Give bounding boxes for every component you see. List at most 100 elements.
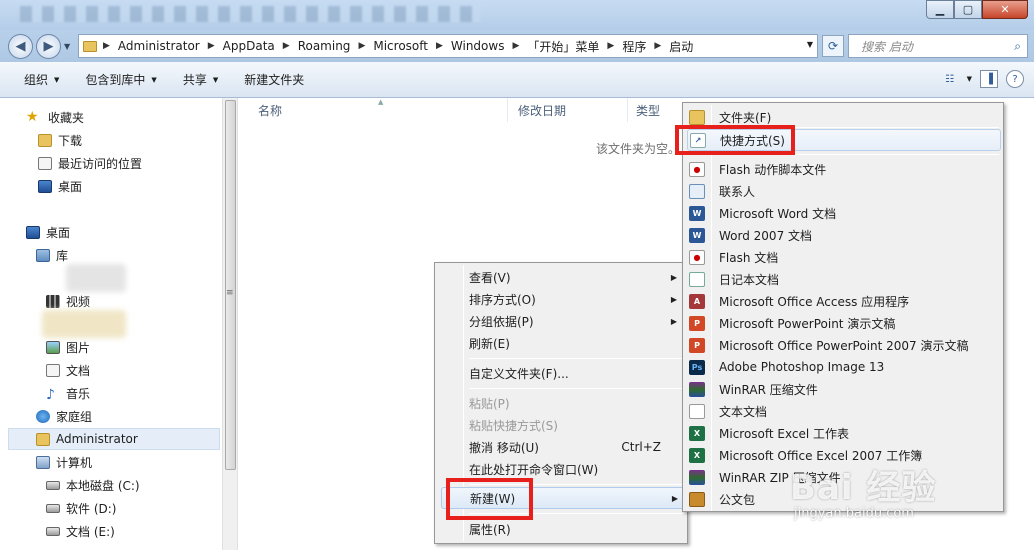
column-modified[interactable]: 修改日期 <box>508 98 628 122</box>
nav-desktop[interactable]: 桌面 <box>26 221 70 243</box>
nav-music[interactable]: ♪ 音乐 <box>46 382 90 404</box>
photoshop-icon: Ps <box>689 359 705 375</box>
new-text-item-label: 文本文档 <box>719 404 768 419</box>
new-briefcase-item[interactable]: 公文包 <box>687 488 1001 510</box>
menu-view[interactable]: 查看(V) ▶ <box>469 266 683 288</box>
nav-computer[interactable]: 计算机 <box>36 451 92 473</box>
nav-downloads[interactable]: 下载 <box>38 129 82 151</box>
new-ppt-item[interactable]: P Microsoft PowerPoint 演示文稿 <box>687 312 1001 334</box>
nav-documents[interactable]: 文档 <box>46 359 90 381</box>
help-icon[interactable]: ? <box>1006 70 1024 88</box>
documents-icon <box>46 363 60 377</box>
include-library-button[interactable]: 包含到库中 ▼ <box>85 71 156 88</box>
nav-drive-d[interactable]: 软件 (D:) <box>46 497 116 519</box>
new-briefcase-item-label: 公文包 <box>719 492 756 507</box>
new-flash-doc-item[interactable]: ● Flash 文档 <box>687 246 1001 268</box>
nav-desktop-favorite[interactable]: 桌面 <box>38 175 82 197</box>
maximize-button[interactable]: ▢ <box>954 0 982 19</box>
powerpoint-icon: P <box>689 337 705 353</box>
new-rar-item[interactable]: WinRAR 压缩文件 <box>687 378 1001 400</box>
menu-customize[interactable]: 自定义文件夹(F)... <box>469 362 683 384</box>
nav-recent[interactable]: 最近访问的位置 <box>38 152 142 174</box>
nav-drive-c[interactable]: 本地磁盘 (C:) <box>46 474 140 496</box>
breadcrumb-startup[interactable]: 启动 <box>669 38 693 55</box>
address-dropdown-icon[interactable]: ▼ <box>807 40 813 49</box>
nav-drive-e[interactable]: 文档 (E:) <box>46 520 115 542</box>
splitter-grip-icon[interactable]: ≡ <box>226 288 234 298</box>
video-icon <box>46 294 60 308</box>
nav-administrator[interactable]: Administrator <box>36 428 138 450</box>
menu-paste[interactable]: 粘贴(P) <box>469 392 683 414</box>
new-photoshop-item[interactable]: Ps Adobe Photoshop Image 13 <box>687 356 1001 378</box>
new-folder-button[interactable]: 新建文件夹 <box>244 71 304 88</box>
share-button[interactable]: 共享 ▼ <box>183 71 218 88</box>
breadcrumb-separator-icon[interactable]: ▶ <box>654 41 661 51</box>
nav-favorites[interactable]: ★ 收藏夹 <box>26 106 84 128</box>
menu-properties[interactable]: 属性(R) <box>469 518 683 540</box>
breadcrumb-roaming[interactable]: Roaming <box>298 39 351 53</box>
close-button[interactable]: ✕ <box>982 0 1028 19</box>
word-icon: W <box>689 227 705 243</box>
recent-pages-dropdown-icon[interactable]: ▼ <box>64 42 70 51</box>
nav-videos[interactable]: 视频 <box>46 290 90 312</box>
new-excel2007-item[interactable]: X Microsoft Office Excel 2007 工作簿 <box>687 444 1001 466</box>
new-zip-item[interactable]: WinRAR ZIP 压缩文件 <box>687 466 1001 488</box>
nav-pictures[interactable]: 图片 <box>46 336 90 358</box>
breadcrumb-administrator[interactable]: Administrator <box>118 39 200 53</box>
nav-homegroup[interactable]: 家庭组 <box>36 405 92 427</box>
organize-button[interactable]: 组织 ▼ <box>24 71 59 88</box>
breadcrumb-appdata[interactable]: AppData <box>223 39 275 53</box>
back-button[interactable]: ◀ <box>8 34 33 59</box>
chevron-down-icon: ▼ <box>151 75 157 84</box>
downloads-folder-icon <box>38 133 52 147</box>
breadcrumb-separator-icon[interactable]: ▶ <box>512 41 519 51</box>
menu-paste-shortcut-label: 粘贴快捷方式(S) <box>469 418 558 433</box>
search-input[interactable]: 搜索 启动 ⌕ <box>848 34 1028 58</box>
new-word-item[interactable]: W Microsoft Word 文档 <box>687 202 1001 224</box>
new-excel-item[interactable]: X Microsoft Excel 工作表 <box>687 422 1001 444</box>
forward-button[interactable]: ▶ <box>36 34 61 59</box>
menu-properties-label: 属性(R) <box>469 522 511 537</box>
menu-undo-label: 撤消 移动(U) <box>469 440 539 455</box>
breadcrumb-start-menu[interactable]: 「开始」菜单 <box>527 38 599 55</box>
nav-library[interactable]: 库 <box>36 244 68 266</box>
breadcrumb-microsoft[interactable]: Microsoft <box>373 39 428 53</box>
nav-homegroup-label: 家庭组 <box>56 409 93 424</box>
breadcrumb-separator-icon[interactable]: ▶ <box>283 41 290 51</box>
new-text-item[interactable]: 文本文档 <box>687 400 1001 422</box>
address-bar[interactable]: ▶ Administrator ▶ AppData ▶ Roaming ▶ Micro… <box>78 34 818 58</box>
scrollbar-thumb[interactable] <box>225 100 236 470</box>
minimize-button[interactable]: ▁ <box>926 0 954 19</box>
breadcrumb-separator-icon[interactable]: ▶ <box>358 41 365 51</box>
nav-scrollbar[interactable] <box>222 98 238 550</box>
folder-icon <box>689 109 705 125</box>
preview-pane-icon[interactable]: ▐ <box>980 70 998 88</box>
breadcrumb-separator-icon[interactable]: ▶ <box>208 41 215 51</box>
new-ppt2007-item[interactable]: P Microsoft Office PowerPoint 2007 演示文稿 <box>687 334 1001 356</box>
navigation-pane: ★ 收藏夹 下载 最近访问的位置 桌面 桌面 库 视频 图片 文档 ♪ 音乐 家庭组… <box>0 98 222 550</box>
new-flash-action-item[interactable]: ● Flash 动作脚本文件 <box>687 158 1001 180</box>
new-journal-item[interactable]: 日记本文档 <box>687 268 1001 290</box>
menu-undo[interactable]: 撤消 移动(U) Ctrl+Z <box>469 436 683 458</box>
view-dropdown-icon[interactable]: ▼ <box>967 75 972 83</box>
breadcrumb-programs[interactable]: 程序 <box>622 38 646 55</box>
breadcrumb-windows[interactable]: Windows <box>451 39 505 53</box>
new-word2007-item-label: Word 2007 文档 <box>719 228 813 243</box>
breadcrumb-separator-icon[interactable]: ▶ <box>436 41 443 51</box>
refresh-button[interactable]: ⟳ <box>822 35 844 57</box>
menu-sort[interactable]: 排序方式(O) ▶ <box>469 288 683 310</box>
menu-group[interactable]: 分组依据(P) ▶ <box>469 310 683 332</box>
column-name[interactable]: 名称 <box>238 98 508 122</box>
new-access-item[interactable]: A Microsoft Office Access 应用程序 <box>687 290 1001 312</box>
new-word2007-item[interactable]: W Word 2007 文档 <box>687 224 1001 246</box>
music-note-icon: ♪ <box>46 386 55 403</box>
menu-open-cmd[interactable]: 在此处打开命令窗口(W) <box>469 458 683 480</box>
breadcrumb-separator-icon[interactable]: ▶ <box>607 41 614 51</box>
new-contact-item[interactable]: 联系人 <box>687 180 1001 202</box>
forward-arrow-icon: ▶ <box>43 39 54 54</box>
breadcrumb-separator-icon[interactable]: ▶ <box>103 41 110 51</box>
view-options-icon[interactable]: ☷ <box>941 70 959 88</box>
menu-refresh[interactable]: 刷新(E) <box>469 332 683 354</box>
column-type[interactable]: 类型 <box>628 98 688 122</box>
menu-paste-shortcut[interactable]: 粘贴快捷方式(S) <box>469 414 683 436</box>
